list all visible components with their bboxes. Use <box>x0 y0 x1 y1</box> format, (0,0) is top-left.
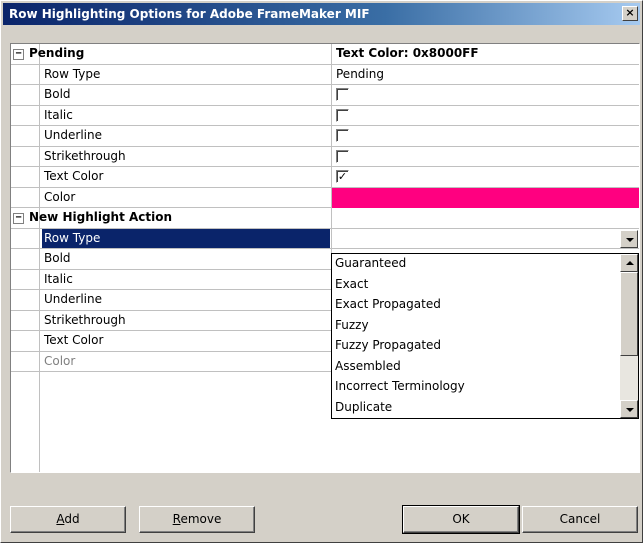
property-label: Text Color <box>44 333 104 347</box>
category-label: New Highlight Action <box>29 210 173 224</box>
category-label: Pending <box>29 46 85 60</box>
cancel-button[interactable]: Cancel <box>522 506 638 533</box>
property-label: Italic <box>44 107 73 122</box>
color-swatch[interactable] <box>332 187 639 208</box>
collapse-icon[interactable]: − <box>13 49 24 60</box>
remove-label: emove <box>180 512 222 526</box>
property-value <box>331 146 639 166</box>
property-row-color[interactable]: Color <box>11 187 639 208</box>
list-item[interactable]: Guaranteed <box>332 254 638 275</box>
list-item[interactable]: Exact Propagated <box>332 295 638 316</box>
underline-checkbox[interactable] <box>336 129 349 142</box>
list-item[interactable]: Fuzzy <box>332 316 638 337</box>
window-title: Row Highlighting Options for Adobe Frame… <box>9 7 370 21</box>
property-value[interactable]: Pending <box>331 64 639 84</box>
list-item[interactable]: Exact <box>332 275 638 296</box>
property-row-italic[interactable]: Italic <box>11 105 639 126</box>
scroll-down-button[interactable] <box>620 400 638 418</box>
ok-button[interactable]: OK <box>402 505 520 534</box>
close-icon: × <box>625 6 635 19</box>
property-label: Strikethrough <box>44 312 126 327</box>
chevron-down-icon <box>626 408 634 412</box>
ok-label: OK <box>452 512 470 526</box>
property-row-strikethrough[interactable]: Strikethrough <box>11 146 639 167</box>
strikethrough-checkbox[interactable] <box>336 149 349 163</box>
list-item[interactable]: Incorrect Terminology <box>332 377 638 398</box>
property-row-bold[interactable]: Bold <box>11 85 639 106</box>
category-row-new-highlight-action[interactable]: − New Highlight Action <box>11 208 639 229</box>
list-item[interactable]: Duplicate <box>332 398 638 419</box>
add-label: dd <box>64 512 80 526</box>
scroll-up-button[interactable] <box>620 254 638 272</box>
property-label: Bold <box>44 251 71 265</box>
row-type-dropdown-list[interactable]: Guaranteed Exact Exact Propagated Fuzzy … <box>331 253 639 419</box>
list-item[interactable]: Fuzzy Propagated <box>332 336 638 357</box>
category-value <box>331 208 639 228</box>
property-label: Row Type <box>44 66 101 81</box>
property-label: Color <box>44 189 76 204</box>
property-label: Text Color <box>44 169 104 183</box>
collapse-icon[interactable]: − <box>13 213 24 224</box>
cancel-label: Cancel <box>559 512 601 526</box>
dropdown-button[interactable] <box>620 229 638 248</box>
property-label: Color <box>44 353 76 368</box>
scroll-thumb[interactable] <box>620 272 638 356</box>
italic-checkbox[interactable] <box>336 108 349 122</box>
category-row-pending[interactable]: − Pending Text Color: 0x8000FF <box>11 44 639 65</box>
text-color-checkbox[interactable]: ✓ <box>336 170 349 183</box>
property-label: Underline <box>44 128 102 142</box>
property-row-row-type-selected[interactable]: Row Type <box>11 228 639 249</box>
property-label: Italic <box>44 271 73 286</box>
property-value <box>331 126 639 146</box>
property-value <box>331 105 639 125</box>
property-row-text-color[interactable]: Text Color ✓ <box>11 167 639 188</box>
chevron-up-icon <box>626 261 634 265</box>
chevron-down-icon <box>626 237 634 242</box>
remove-button[interactable]: Remove <box>139 506 255 533</box>
close-button[interactable]: × <box>622 6 638 21</box>
add-button[interactable]: Add <box>10 506 126 533</box>
bold-checkbox[interactable] <box>336 88 349 101</box>
list-scrollbar[interactable] <box>620 254 638 418</box>
dialog-window: Row Highlighting Options for Adobe Frame… <box>0 0 643 543</box>
property-label: Underline <box>44 292 102 306</box>
property-row-underline[interactable]: Underline <box>11 126 639 147</box>
row-type-combobox[interactable] <box>331 228 639 248</box>
list-item[interactable]: Assembled <box>332 357 638 378</box>
property-label: Bold <box>44 87 71 101</box>
property-value[interactable] <box>331 187 639 208</box>
title-bar[interactable]: Row Highlighting Options for Adobe Frame… <box>3 3 640 25</box>
property-label: Strikethrough <box>44 148 126 163</box>
property-value <box>331 85 639 105</box>
category-value: Text Color: 0x8000FF <box>331 44 639 64</box>
property-label: Row Type <box>42 228 330 248</box>
property-value: ✓ <box>331 167 639 187</box>
property-grid[interactable]: − Pending Text Color: 0x8000FF Row Type … <box>10 43 640 473</box>
property-row-row-type[interactable]: Row Type Pending <box>11 64 639 85</box>
